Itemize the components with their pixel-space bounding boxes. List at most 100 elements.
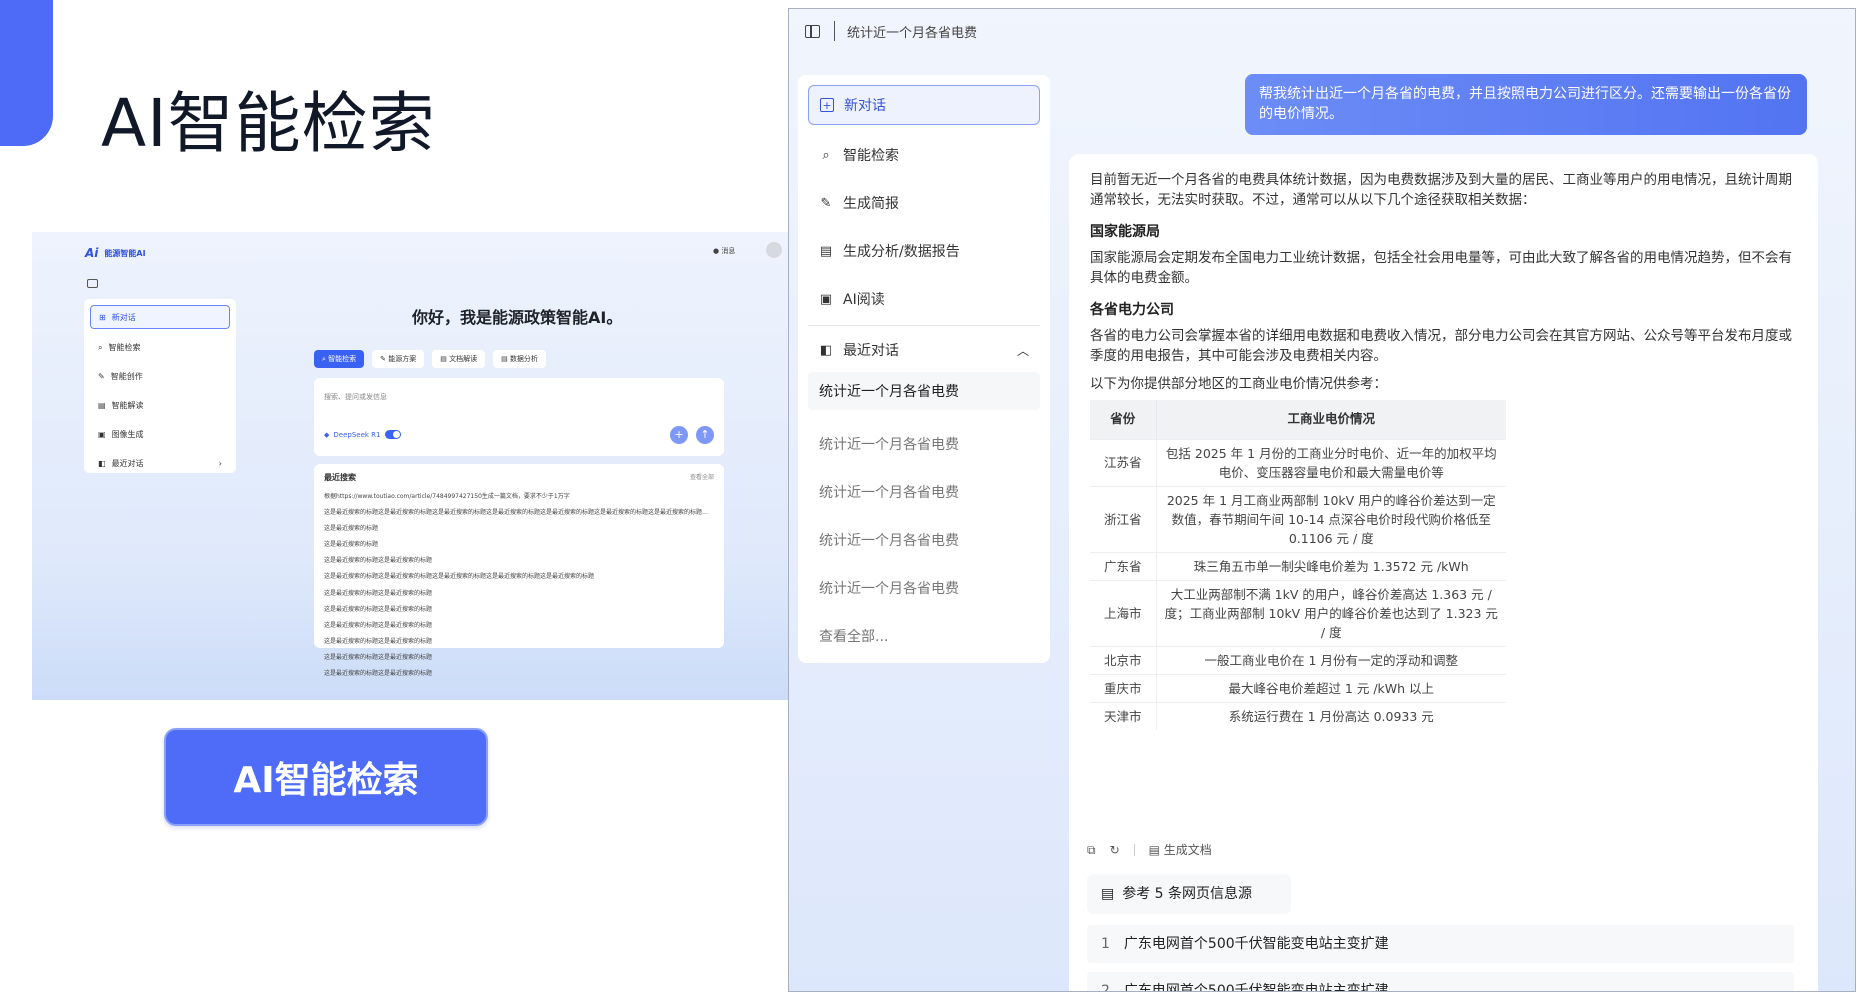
tab-doc-interpret[interactable]: ▤ 文档解读	[432, 350, 486, 368]
add-attachment-button[interactable]: +	[670, 426, 688, 444]
whale-icon: ◆	[324, 430, 330, 439]
recent-search-item[interactable]: 这是最近搜索的标题这是最近搜索的标题	[324, 602, 714, 618]
user-message: 帮我统计出近一个月各省的电费，并且按照电力公司进行区分。还需要输出一份各省份的电…	[1245, 74, 1807, 135]
table-row: 重庆市 最大峰谷电价差超过 1 元 /kWh 以上	[1090, 673, 1506, 702]
app-window: 统计近一个月各省电费 + 新对话 ⌕ 智能检索 ✎ 生成简报 ▤ 生成分析/数据…	[788, 8, 1856, 992]
answer-toolbar: ⧉ ↻ ▤ 生成文档	[1087, 840, 1212, 860]
avatar[interactable]	[766, 242, 782, 258]
recent-search-item[interactable]: 这是最近搜索的标题这是最近搜索的标题	[324, 553, 714, 569]
mini-sidebar: ⊞ 新对话 ⌕ 智能检索 ✎ 智能创作 ▤ 智能解读 ▣ 图像生成 ◧ 最近对话 ›	[84, 299, 236, 473]
search-icon: ⌕	[822, 147, 830, 163]
conversation-item[interactable]: 统计近一个月各省电费	[808, 372, 1040, 410]
tab-search[interactable]: ⌕ 智能检索	[314, 350, 365, 368]
recent-search-item[interactable]: 这是最近搜索的标题这是最近搜索的标题	[324, 618, 714, 634]
new-chat-button[interactable]: + 新对话	[808, 85, 1040, 125]
price-info-cell: 系统运行费在 1 月份高达 0.0933 元	[1155, 701, 1506, 730]
section-body: 各省的电力公司会掌握本省的详细用电数据和电费收入情况，部分电力公司会在其官方网站…	[1090, 328, 1792, 364]
reference-item[interactable]: 2 广东电网首个500千伏智能变电站主变扩建	[1087, 972, 1794, 991]
mini-search-box[interactable]: 搜索、提问或发信息 ◆ DeepSeek R1 + ↑	[314, 378, 724, 456]
reference-item[interactable]: 1 广东电网首个500千伏智能变电站主变扩建	[1087, 925, 1794, 963]
sidebar-item-ai-reading[interactable]: ▣ AI阅读	[808, 275, 1040, 323]
chat-icon: ◧	[819, 342, 833, 358]
mini-brand-name: 能源智能AI	[104, 248, 146, 258]
mini-sidebar-item-image[interactable]: ▣ 图像生成	[90, 420, 230, 449]
mini-sidebar-item-recent[interactable]: ◧ 最近对话 ›	[90, 449, 230, 478]
model-selector[interactable]: ◆ DeepSeek R1	[324, 430, 401, 439]
conversation-title: 统计近一个月各省电费	[847, 25, 978, 41]
app-topbar: 统计近一个月各省电费	[789, 9, 1855, 53]
recent-conversations-toggle[interactable]: ◧ 最近对话 ︿	[808, 328, 1040, 372]
sidebar-item-report[interactable]: ▤ 生成分析/数据报告	[808, 227, 1040, 275]
view-all-link[interactable]: 查看全部	[690, 472, 714, 483]
table-header: 工商业电价情况	[1155, 400, 1506, 439]
mini-sidebar-item-search[interactable]: ⌕ 智能检索	[90, 333, 230, 362]
chevron-right-icon: ›	[218, 459, 222, 468]
table-header: 省份	[1090, 400, 1156, 439]
report-icon: ▤	[819, 243, 833, 259]
copy-icon[interactable]: ⧉	[1087, 840, 1096, 860]
price-info-cell: 珠三角五市单一制尖峰电价差为 1.3572 元 /kWh	[1155, 551, 1506, 580]
price-table: 省份 工商业电价情况 江苏省 包括 2025 年 1 月份的工商业分时电价、近一年…	[1090, 400, 1506, 730]
province-cell: 天津市	[1090, 701, 1156, 730]
tab-energy-plan[interactable]: ✎ 能源方案	[372, 350, 425, 368]
province-cell: 上海市	[1090, 579, 1156, 646]
table-row: 江苏省 包括 2025 年 1 月份的工商业分时电价、近一年的加权平均电价、变压器…	[1090, 438, 1506, 486]
recent-search-item[interactable]: 这是最近搜索的标题	[324, 521, 714, 537]
reference-sources-tab[interactable]: ▤ 参考 5 条网页信息源	[1087, 874, 1291, 914]
mini-message-link[interactable]: ● 消息	[713, 246, 735, 256]
search-input[interactable]: 搜索、提问或发信息	[324, 392, 387, 402]
model-toggle[interactable]	[384, 430, 401, 439]
table-intro: 以下为你提供部分地区的工商业电价情况供参考：	[1090, 376, 1387, 392]
plus-square-icon: ⊞	[99, 312, 106, 322]
chevron-up-icon: ︿	[1016, 343, 1029, 358]
conversation-item[interactable]: 统计近一个月各省电费	[808, 420, 1040, 468]
reader-icon: ▣	[819, 291, 833, 307]
conversation-item[interactable]: 统计近一个月各省电费	[808, 564, 1040, 612]
slide-title: AI智能检索	[101, 85, 436, 162]
conversation-item[interactable]: 统计近一个月各省电费	[808, 468, 1040, 516]
recent-search-item[interactable]: 这是最近搜索的标题	[324, 537, 714, 553]
sidebar-item-brief[interactable]: ✎ 生成简报	[808, 179, 1040, 227]
price-info-cell: 大工业两部制不满 1kV 的用户，峰谷价差高达 1.363 元 / 度；工商业两…	[1155, 579, 1506, 646]
section-body: 国家能源局会定期发布全国电力工业统计数据，包括全社会用电量等，可由此大致了解各省…	[1090, 250, 1792, 286]
conversation-item[interactable]: 统计近一个月各省电费	[808, 516, 1040, 564]
answer-intro: 目前暂无近一个月各省的电费具体统计数据，因为电费数据涉及到大量的居民、工商业等用…	[1090, 172, 1792, 208]
recent-search-item[interactable]: 这是最近搜索的标题这是最近搜索的标题这是最近搜索的标题这是最近搜索的标题这是最近…	[324, 569, 714, 585]
sidebar-item-search[interactable]: ⌕ 智能检索	[808, 131, 1040, 179]
plus-square-icon: +	[820, 98, 834, 112]
pen-icon: ✎	[820, 195, 832, 211]
search-icon: ⌕	[98, 342, 103, 352]
sidebar-toggle-icon[interactable]	[87, 279, 98, 288]
slide: AI智能检索 Ai 能源智能AI ● 消息 ⊞ 新对话 ⌕ 智能检索 ✎ 智能创作 ▤…	[0, 0, 1872, 1002]
price-info-cell: 最大峰谷电价差超过 1 元 /kWh 以上	[1155, 673, 1506, 702]
mini-greeting: 你好，我是能源政策智能AI。	[412, 308, 623, 327]
ai-search-button[interactable]: AI智能检索	[164, 728, 488, 826]
table-row: 上海市 大工业两部制不满 1kV 的用户，峰谷价差高达 1.363 元 / 度；工…	[1090, 579, 1506, 646]
table-row: 天津市 系统运行费在 1 月份高达 0.0933 元	[1090, 701, 1506, 730]
mini-sidebar-item-new-chat[interactable]: ⊞ 新对话	[90, 305, 230, 329]
recent-search-item[interactable]: 这是最近搜索的标题这是最近搜索的标题	[324, 586, 714, 602]
recent-search-item[interactable]: 根据https://www.toutiao.com/article/748499…	[324, 489, 714, 505]
brand-logo-icon: Ai	[85, 246, 99, 260]
app-sidebar: + 新对话 ⌕ 智能检索 ✎ 生成简报 ▤ 生成分析/数据报告 ▣ AI阅读 ◧	[798, 75, 1050, 663]
tab-data-analysis[interactable]: ▤ 数据分析	[493, 350, 546, 368]
recent-search-item[interactable]: 这是最近搜索的标题这是最近搜索的标题这是最近搜索的标题这是最近搜索的标题这是最近…	[324, 505, 714, 521]
table-row: 浙江省 2025 年 1 月工商业两部制 10kV 用户的峰谷价差达到一定数值，春…	[1090, 485, 1506, 552]
recent-search-item[interactable]: 这是最近搜索的标题这是最近搜索的标题	[324, 650, 714, 666]
province-cell: 浙江省	[1090, 485, 1156, 552]
province-cell: 广东省	[1090, 551, 1156, 580]
generate-document-button[interactable]: ▤ 生成文档	[1149, 840, 1212, 860]
recent-search-item[interactable]: 这是最近搜索的标题这是最近搜索的标题	[324, 666, 714, 682]
sidebar-toggle-icon[interactable]	[805, 24, 820, 38]
image-icon: ▣	[98, 430, 106, 439]
mini-sidebar-item-create[interactable]: ✎ 智能创作	[90, 362, 230, 391]
divider	[808, 325, 1040, 326]
mini-brand: Ai 能源智能AI	[85, 246, 146, 260]
view-all-conversations-link[interactable]: 查看全部...	[808, 612, 1040, 660]
send-button[interactable]: ↑	[696, 426, 714, 444]
mini-sidebar-item-interpret[interactable]: ▤ 智能解读	[90, 391, 230, 420]
refresh-icon[interactable]: ↻	[1110, 840, 1120, 860]
chat-icon: ◧	[98, 459, 106, 468]
assistant-answer: 目前暂无近一个月各省的电费具体统计数据，因为电费数据涉及到大量的居民、工商业等用…	[1069, 154, 1818, 991]
recent-search-item[interactable]: 这是最近搜索的标题这是最近搜索的标题	[324, 634, 714, 650]
